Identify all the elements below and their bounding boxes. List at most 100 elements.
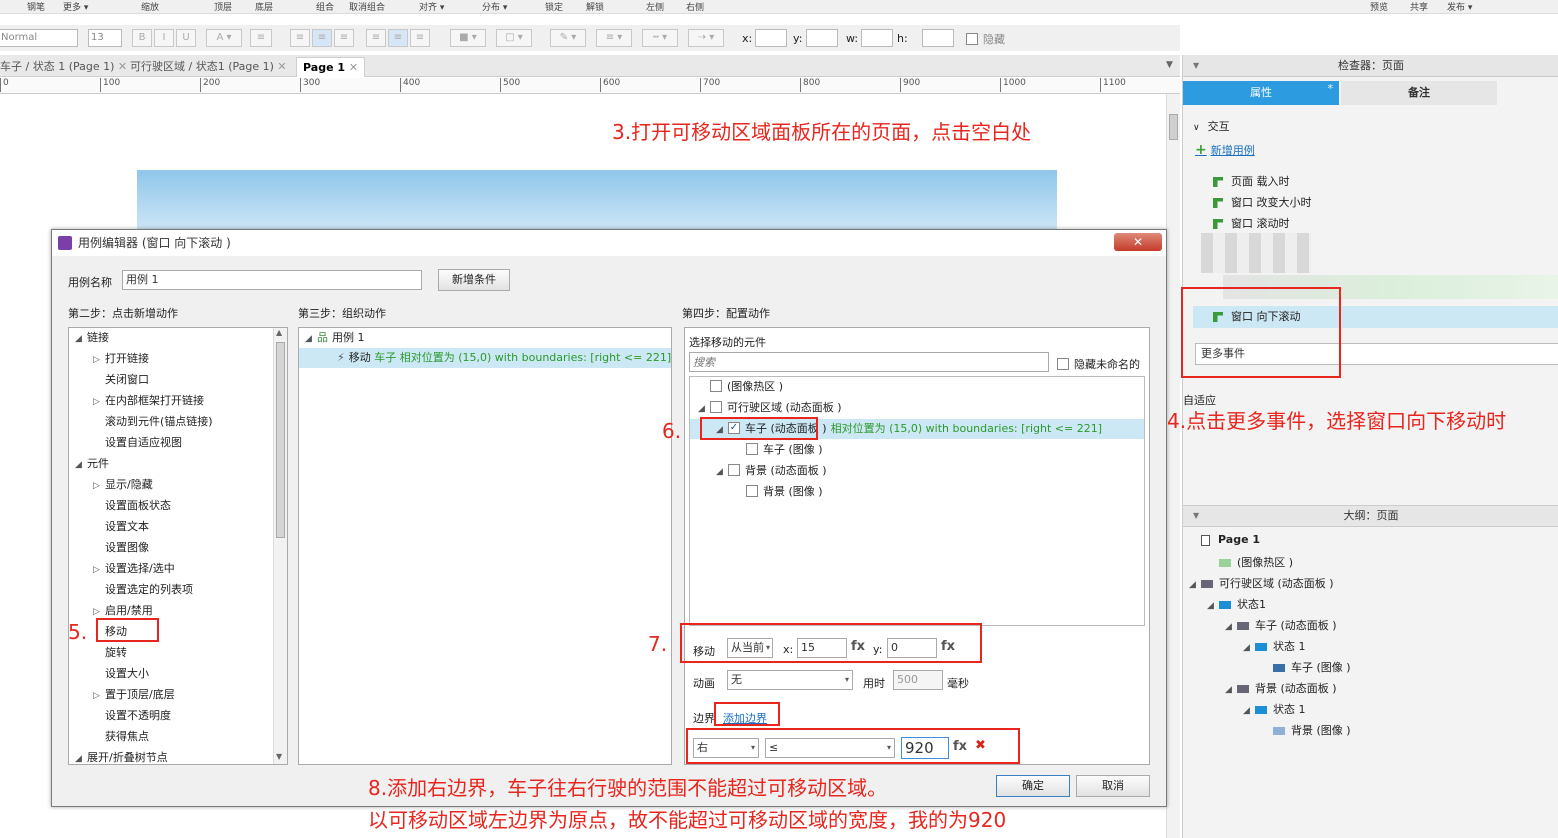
action-item[interactable]: ◢ 元件 xyxy=(75,454,109,474)
w-input[interactable] xyxy=(861,29,893,47)
scrollbar-thumb[interactable] xyxy=(1169,114,1178,140)
toolbar-item[interactable]: 预览 xyxy=(1370,0,1388,13)
toolbar-item[interactable]: 右侧 xyxy=(686,0,704,13)
align-right-icon[interactable]: ≡ xyxy=(334,29,354,47)
widget-search-input[interactable] xyxy=(689,352,1049,372)
action-item[interactable]: ◢ 展开/折叠树节点 xyxy=(75,748,168,764)
underline-icon[interactable]: U xyxy=(176,29,196,47)
valign-bottom-icon[interactable]: ≡ xyxy=(410,29,430,47)
action-item[interactable]: 设置不透明度 xyxy=(93,706,171,726)
widget-checkbox[interactable] xyxy=(710,380,722,392)
widget-checkbox[interactable] xyxy=(746,443,758,455)
action-item[interactable]: ▷ 置于顶层/底层 xyxy=(93,685,175,705)
tab-properties[interactable]: 属性 * xyxy=(1183,81,1339,105)
toolbar-item[interactable]: 顶层 xyxy=(214,0,232,13)
action-item[interactable]: ▷ 在内部框架打开链接 xyxy=(93,391,204,411)
action-item[interactable]: 设置自适应视图 xyxy=(93,433,182,453)
y-input[interactable] xyxy=(806,29,838,47)
line-color-icon[interactable]: ✎ ▾ xyxy=(550,29,586,47)
action-item[interactable]: 设置文本 xyxy=(93,517,149,537)
toolbar-item[interactable]: 发布 ▾ xyxy=(1447,0,1472,13)
outline-item[interactable]: ◢ 状态 1 xyxy=(1243,701,1306,717)
duration-input[interactable]: 500 xyxy=(893,670,943,690)
case-name-input[interactable]: 用例 1 xyxy=(122,270,422,290)
close-icon[interactable]: ✕ xyxy=(349,61,358,74)
outline-item[interactable]: Page 1 xyxy=(1189,533,1260,546)
outline-item[interactable]: 车子 (图像 ) xyxy=(1261,659,1351,675)
valign-top-icon[interactable]: ≡ xyxy=(366,29,386,47)
outline-item[interactable]: ◢ 车子 (动态面板 ) xyxy=(1225,617,1337,633)
italic-icon[interactable]: I xyxy=(154,29,174,47)
action-item[interactable]: 旋转 xyxy=(93,643,127,663)
widget-checkbox[interactable] xyxy=(746,485,758,497)
fill-color-icon[interactable]: ■ ▾ xyxy=(450,29,486,47)
outline-item[interactable]: 背景 (图像 ) xyxy=(1261,722,1351,738)
toolbar-item[interactable]: 缩放 xyxy=(141,0,159,13)
outline-item[interactable]: ◢ 状态 1 xyxy=(1243,638,1306,654)
animation-select[interactable]: 无 ▾ xyxy=(727,670,853,690)
close-icon[interactable]: ✕ xyxy=(277,60,286,73)
action-item[interactable]: 滚动到元件(锚点链接) xyxy=(93,412,213,432)
toolbar-item[interactable]: 对齐 ▾ xyxy=(419,0,444,13)
toolbar-item[interactable]: 底层 xyxy=(255,0,273,13)
tab-notes[interactable]: 备注 xyxy=(1341,81,1497,105)
scroll-down-icon[interactable]: ▼ xyxy=(276,752,282,761)
action-item[interactable]: ▷ 打开链接 xyxy=(93,349,149,369)
interaction-section[interactable]: ∨ 交互 xyxy=(1193,118,1230,134)
action-item[interactable]: ▷ 显示/隐藏 xyxy=(93,475,153,495)
canvas-scrollbar[interactable] xyxy=(1166,94,1180,838)
toolbar-item[interactable]: 解锁 xyxy=(586,0,604,13)
widget-checkbox[interactable] xyxy=(728,464,740,476)
toolbar-item[interactable]: 锁定 xyxy=(545,0,563,13)
event-window-scroll[interactable]: 窗口 滚动时 xyxy=(1213,215,1290,231)
valign-middle-icon[interactable]: ≡ xyxy=(388,29,408,47)
bold-icon[interactable]: B xyxy=(132,29,152,47)
close-icon[interactable]: ✕ xyxy=(1114,233,1162,251)
tab-page1[interactable]: Page 1 ✕ xyxy=(296,57,366,77)
toolbar-item[interactable]: 分布 ▾ xyxy=(482,0,507,13)
widget-tree-item[interactable]: ◢ 背景 (动态面板 ) xyxy=(690,461,1144,481)
action-item[interactable]: 关闭窗口 xyxy=(93,370,149,390)
toolbar-item[interactable]: 共享 xyxy=(1410,0,1428,13)
toolbar-item[interactable]: 更多 ▾ xyxy=(63,0,88,13)
line-style-icon[interactable]: ┅ ▾ xyxy=(642,29,678,47)
event-window-resize[interactable]: 窗口 改变大小时 xyxy=(1213,194,1312,210)
hide-unnamed-checkbox[interactable]: 隐藏未命名的 xyxy=(1057,356,1140,372)
action-item[interactable]: 获得焦点 xyxy=(93,727,149,747)
actions-scrollbar[interactable]: ▲ ▼ xyxy=(273,328,287,764)
bullet-icon[interactable]: ≡ xyxy=(250,29,272,47)
outline-item[interactable]: ◢ 状态1 xyxy=(1207,596,1266,612)
collapse-icon[interactable]: ▼ xyxy=(1193,55,1199,77)
shadow-icon[interactable]: □ ▾ xyxy=(496,29,532,47)
tab-drivable-area[interactable]: 可行驶区域 / 状态1 (Page 1) ✕ xyxy=(124,57,293,77)
outline-item[interactable]: ◢ 背景 (动态面板 ) xyxy=(1225,680,1337,696)
action-item[interactable]: ◢ 链接 xyxy=(75,328,109,348)
arrow-style-icon[interactable]: ⇢ ▾ xyxy=(688,29,724,47)
h-input[interactable] xyxy=(922,29,954,47)
x-input[interactable] xyxy=(755,29,787,47)
action-item[interactable]: 设置图像 xyxy=(93,538,149,558)
case-node[interactable]: ◢ 品用例 1 xyxy=(305,328,365,348)
scrollbar-thumb[interactable] xyxy=(276,342,285,538)
action-item[interactable]: 设置大小 xyxy=(93,664,149,684)
font-size-select[interactable]: 13 xyxy=(88,29,122,47)
align-left-icon[interactable]: ≡ xyxy=(290,29,310,47)
ok-button[interactable]: 确定 xyxy=(996,775,1070,797)
widget-checkbox[interactable] xyxy=(710,401,722,413)
tab-menu-chevron-icon[interactable]: ▼ xyxy=(1166,60,1173,70)
tab-car-state[interactable]: 车子 / 状态 1 (Page 1) ✕ xyxy=(0,57,133,77)
outline-item[interactable]: ◢ 可行驶区域 (动态面板 ) xyxy=(1189,575,1334,591)
hidden-checkbox[interactable]: 隐藏 xyxy=(966,31,1005,47)
cancel-button[interactable]: 取消 xyxy=(1076,775,1150,797)
scroll-up-icon[interactable]: ▲ xyxy=(276,328,282,337)
style-select[interactable]: Normal xyxy=(0,29,78,47)
action-item[interactable]: 设置面板状态 xyxy=(93,496,171,516)
toolbar-item[interactable]: 取消组合 xyxy=(349,0,385,13)
canvas-banner-image[interactable] xyxy=(137,170,1057,232)
action-item[interactable]: 设置选定的列表项 xyxy=(93,580,193,600)
add-case-link[interactable]: + 新增用例 xyxy=(1195,142,1255,158)
toolbar-item[interactable]: 左侧 xyxy=(646,0,664,13)
align-center-icon[interactable]: ≡ xyxy=(312,29,332,47)
add-condition-button[interactable]: 新增条件 xyxy=(438,269,510,291)
event-page-load[interactable]: 页面 载入时 xyxy=(1213,173,1290,189)
